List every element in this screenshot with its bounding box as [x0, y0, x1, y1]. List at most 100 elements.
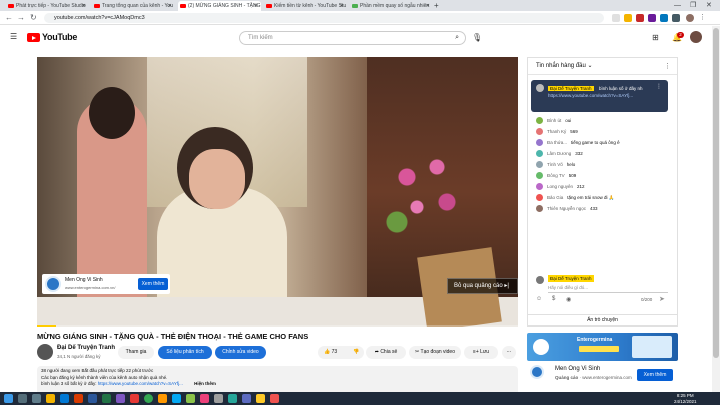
excel-icon[interactable]: [102, 394, 111, 403]
app-icon[interactable]: [186, 394, 195, 403]
file-explorer-icon[interactable]: [46, 394, 55, 403]
app-icon[interactable]: [242, 394, 251, 403]
forward-icon[interactable]: →: [17, 12, 25, 24]
save-button[interactable]: ≡+ Lưu: [464, 346, 498, 359]
chat-text: 509: [568, 173, 577, 178]
youtube-logo-icon[interactable]: [27, 33, 40, 42]
edge-icon[interactable]: [60, 394, 69, 403]
share-button[interactable]: ➦ Chia sẻ: [366, 346, 406, 359]
hamburger-menu-icon[interactable]: ☰: [10, 32, 17, 41]
close-window-icon[interactable]: ✕: [706, 0, 712, 11]
youtube-logo-text[interactable]: YouTube: [42, 32, 77, 42]
browser-tab[interactable]: Phát trực tiếp - YouTube Studio ✕: [6, 1, 89, 11]
join-button[interactable]: Tham gia: [118, 346, 154, 359]
chat-message[interactable]: Bình út oui: [536, 116, 571, 125]
pinned-link[interactable]: https://www.youtube.com/watch?v=SAYfj...: [548, 93, 633, 98]
browser-tab[interactable]: Trang tổng quan của kênh - You ✕: [92, 1, 175, 11]
share-icon[interactable]: [612, 14, 620, 22]
search-icon[interactable]: [18, 394, 27, 403]
app-icon[interactable]: [130, 394, 139, 403]
video-player[interactable]: Men Ong Vi Sinh www.enterogermina.com.vn…: [37, 57, 518, 327]
chat-message[interactable]: Tình Võ helo: [536, 160, 575, 169]
chat-message[interactable]: Long nguyên 212: [536, 182, 585, 191]
close-tab-icon[interactable]: ✕: [254, 1, 258, 11]
close-tab-icon[interactable]: ✕: [168, 1, 172, 11]
chat-message[interactable]: Lâm Dương 332: [536, 149, 583, 158]
profile-avatar[interactable]: [686, 14, 694, 22]
task-view-icon[interactable]: [32, 394, 41, 403]
close-tab-icon[interactable]: ✕: [82, 1, 86, 11]
app-icon[interactable]: [172, 394, 181, 403]
channel-name[interactable]: Đại Dế Truyện Tranh: [57, 345, 115, 351]
membership-icon[interactable]: ◉: [566, 296, 571, 303]
word-icon[interactable]: [88, 394, 97, 403]
page-scrollbar[interactable]: [712, 26, 720, 395]
app-icon[interactable]: [214, 394, 223, 403]
chat-mode-dropdown[interactable]: Tin nhắn hàng đầu ⌄: [536, 63, 593, 69]
create-video-icon[interactable]: ⊞: [652, 33, 659, 42]
app-icon[interactable]: [200, 394, 209, 403]
chat-message[interactable]: Bảo Gia tặng em trái snow đi 🙏: [536, 193, 614, 202]
browser-tab-active[interactable]: (2) MỪNG GIÁNG SINH - TẶNG ✕: [178, 1, 261, 11]
puzzle-icon[interactable]: [672, 14, 680, 22]
chat-text: 212: [577, 184, 585, 189]
extension-icon[interactable]: [648, 14, 656, 22]
new-tab-icon[interactable]: +: [434, 0, 439, 11]
more-actions-button[interactable]: ⋯: [502, 346, 516, 359]
chat-message[interactable]: Đông TV 509: [536, 171, 576, 180]
pinned-more-icon[interactable]: ⋮: [656, 83, 662, 90]
video-ad-card[interactable]: Men Ong Vi Sinh www.enterogermina.com.vn…: [42, 274, 170, 294]
app-icon[interactable]: [116, 394, 125, 403]
edit-video-button[interactable]: Chỉnh sửa video: [215, 346, 266, 359]
browser-tab[interactable]: Phần mềm quay số ngẫu nhiên ✕: [350, 1, 433, 11]
extension-icon[interactable]: [636, 14, 644, 22]
bookmark-star-icon[interactable]: [624, 14, 632, 22]
thumbs-down-icon[interactable]: 👎: [353, 346, 359, 359]
sidebar-ad-title[interactable]: Men Ong Vi Sinh: [555, 366, 600, 372]
clip-button[interactable]: ✂ Tạo đoạn video: [409, 346, 461, 359]
taskbar-clock[interactable]: 8:25 PM 24/12/2021: [674, 393, 697, 404]
chrome-icon[interactable]: [144, 394, 153, 403]
channel-avatar[interactable]: [37, 344, 53, 360]
close-tab-icon[interactable]: ✕: [426, 1, 430, 11]
app-icon[interactable]: [158, 394, 167, 403]
skip-ad-button[interactable]: Bỏ qua quảng cáo ▸|: [447, 278, 518, 294]
account-avatar[interactable]: [690, 31, 702, 43]
sidebar-ad-banner[interactable]: Enterogermina: [527, 333, 678, 361]
maximize-icon[interactable]: ❐: [690, 0, 696, 11]
chat-message[interactable]: Thanh Ký 569: [536, 127, 578, 136]
browser-menu-icon[interactable]: ⋮: [699, 14, 707, 22]
search-icon[interactable]: ⌕: [455, 32, 459, 44]
start-icon[interactable]: [4, 394, 13, 403]
description-link[interactable]: https://www.youtube.com/watch?v=SAYfj...: [98, 381, 183, 386]
send-icon[interactable]: ➤: [659, 295, 665, 303]
microphone-icon[interactable]: 🎙: [472, 33, 482, 42]
search-input[interactable]: Tìm kiếm ⌕: [239, 31, 466, 45]
money-icon[interactable]: $: [552, 296, 555, 302]
ad-learn-more-button[interactable]: Xem thêm: [138, 278, 168, 290]
like-button[interactable]: 👍 73 👎: [318, 346, 364, 359]
browser-tab[interactable]: Kiếm tiền từ kênh - YouTube Stu ✕: [264, 1, 347, 11]
extension-icon[interactable]: [660, 14, 668, 22]
scrollbar-thumb[interactable]: [713, 28, 719, 358]
show-more-link[interactable]: Hiện thêm: [194, 381, 216, 386]
app-icon[interactable]: [270, 394, 279, 403]
app-icon[interactable]: [256, 394, 265, 403]
close-tab-icon[interactable]: ✕: [340, 1, 344, 11]
emoji-icon[interactable]: ☺: [536, 296, 542, 302]
reload-icon[interactable]: ↻: [30, 12, 37, 24]
chat-message[interactable]: Thiên Nguyễn ngọc 433: [536, 204, 598, 213]
pinned-message[interactable]: Đại Dế Truyện Tranh bình luận số ở đây n…: [531, 80, 668, 112]
chat-message[interactable]: Đa thứa... tiếng game to quá ông ê: [536, 138, 620, 147]
sidebar-ad-learn-more-button[interactable]: Xem thêm: [637, 369, 673, 381]
app-icon[interactable]: [228, 394, 237, 403]
url-bar[interactable]: youtube.com/watch?v=cJAMoqDmc3: [44, 13, 604, 23]
chat-input[interactable]: Hãy nói điều gì đó...: [548, 285, 588, 290]
back-icon[interactable]: ←: [5, 12, 13, 24]
chat-more-icon[interactable]: ⋮: [664, 58, 671, 75]
minimize-icon[interactable]: —: [674, 0, 681, 11]
powerpoint-icon[interactable]: [74, 394, 83, 403]
video-progress-bar[interactable]: [37, 325, 518, 327]
analytics-button[interactable]: Số liệu phân tích: [158, 346, 212, 359]
hide-chat-button[interactable]: Ẩn trò chuyện: [527, 314, 678, 326]
